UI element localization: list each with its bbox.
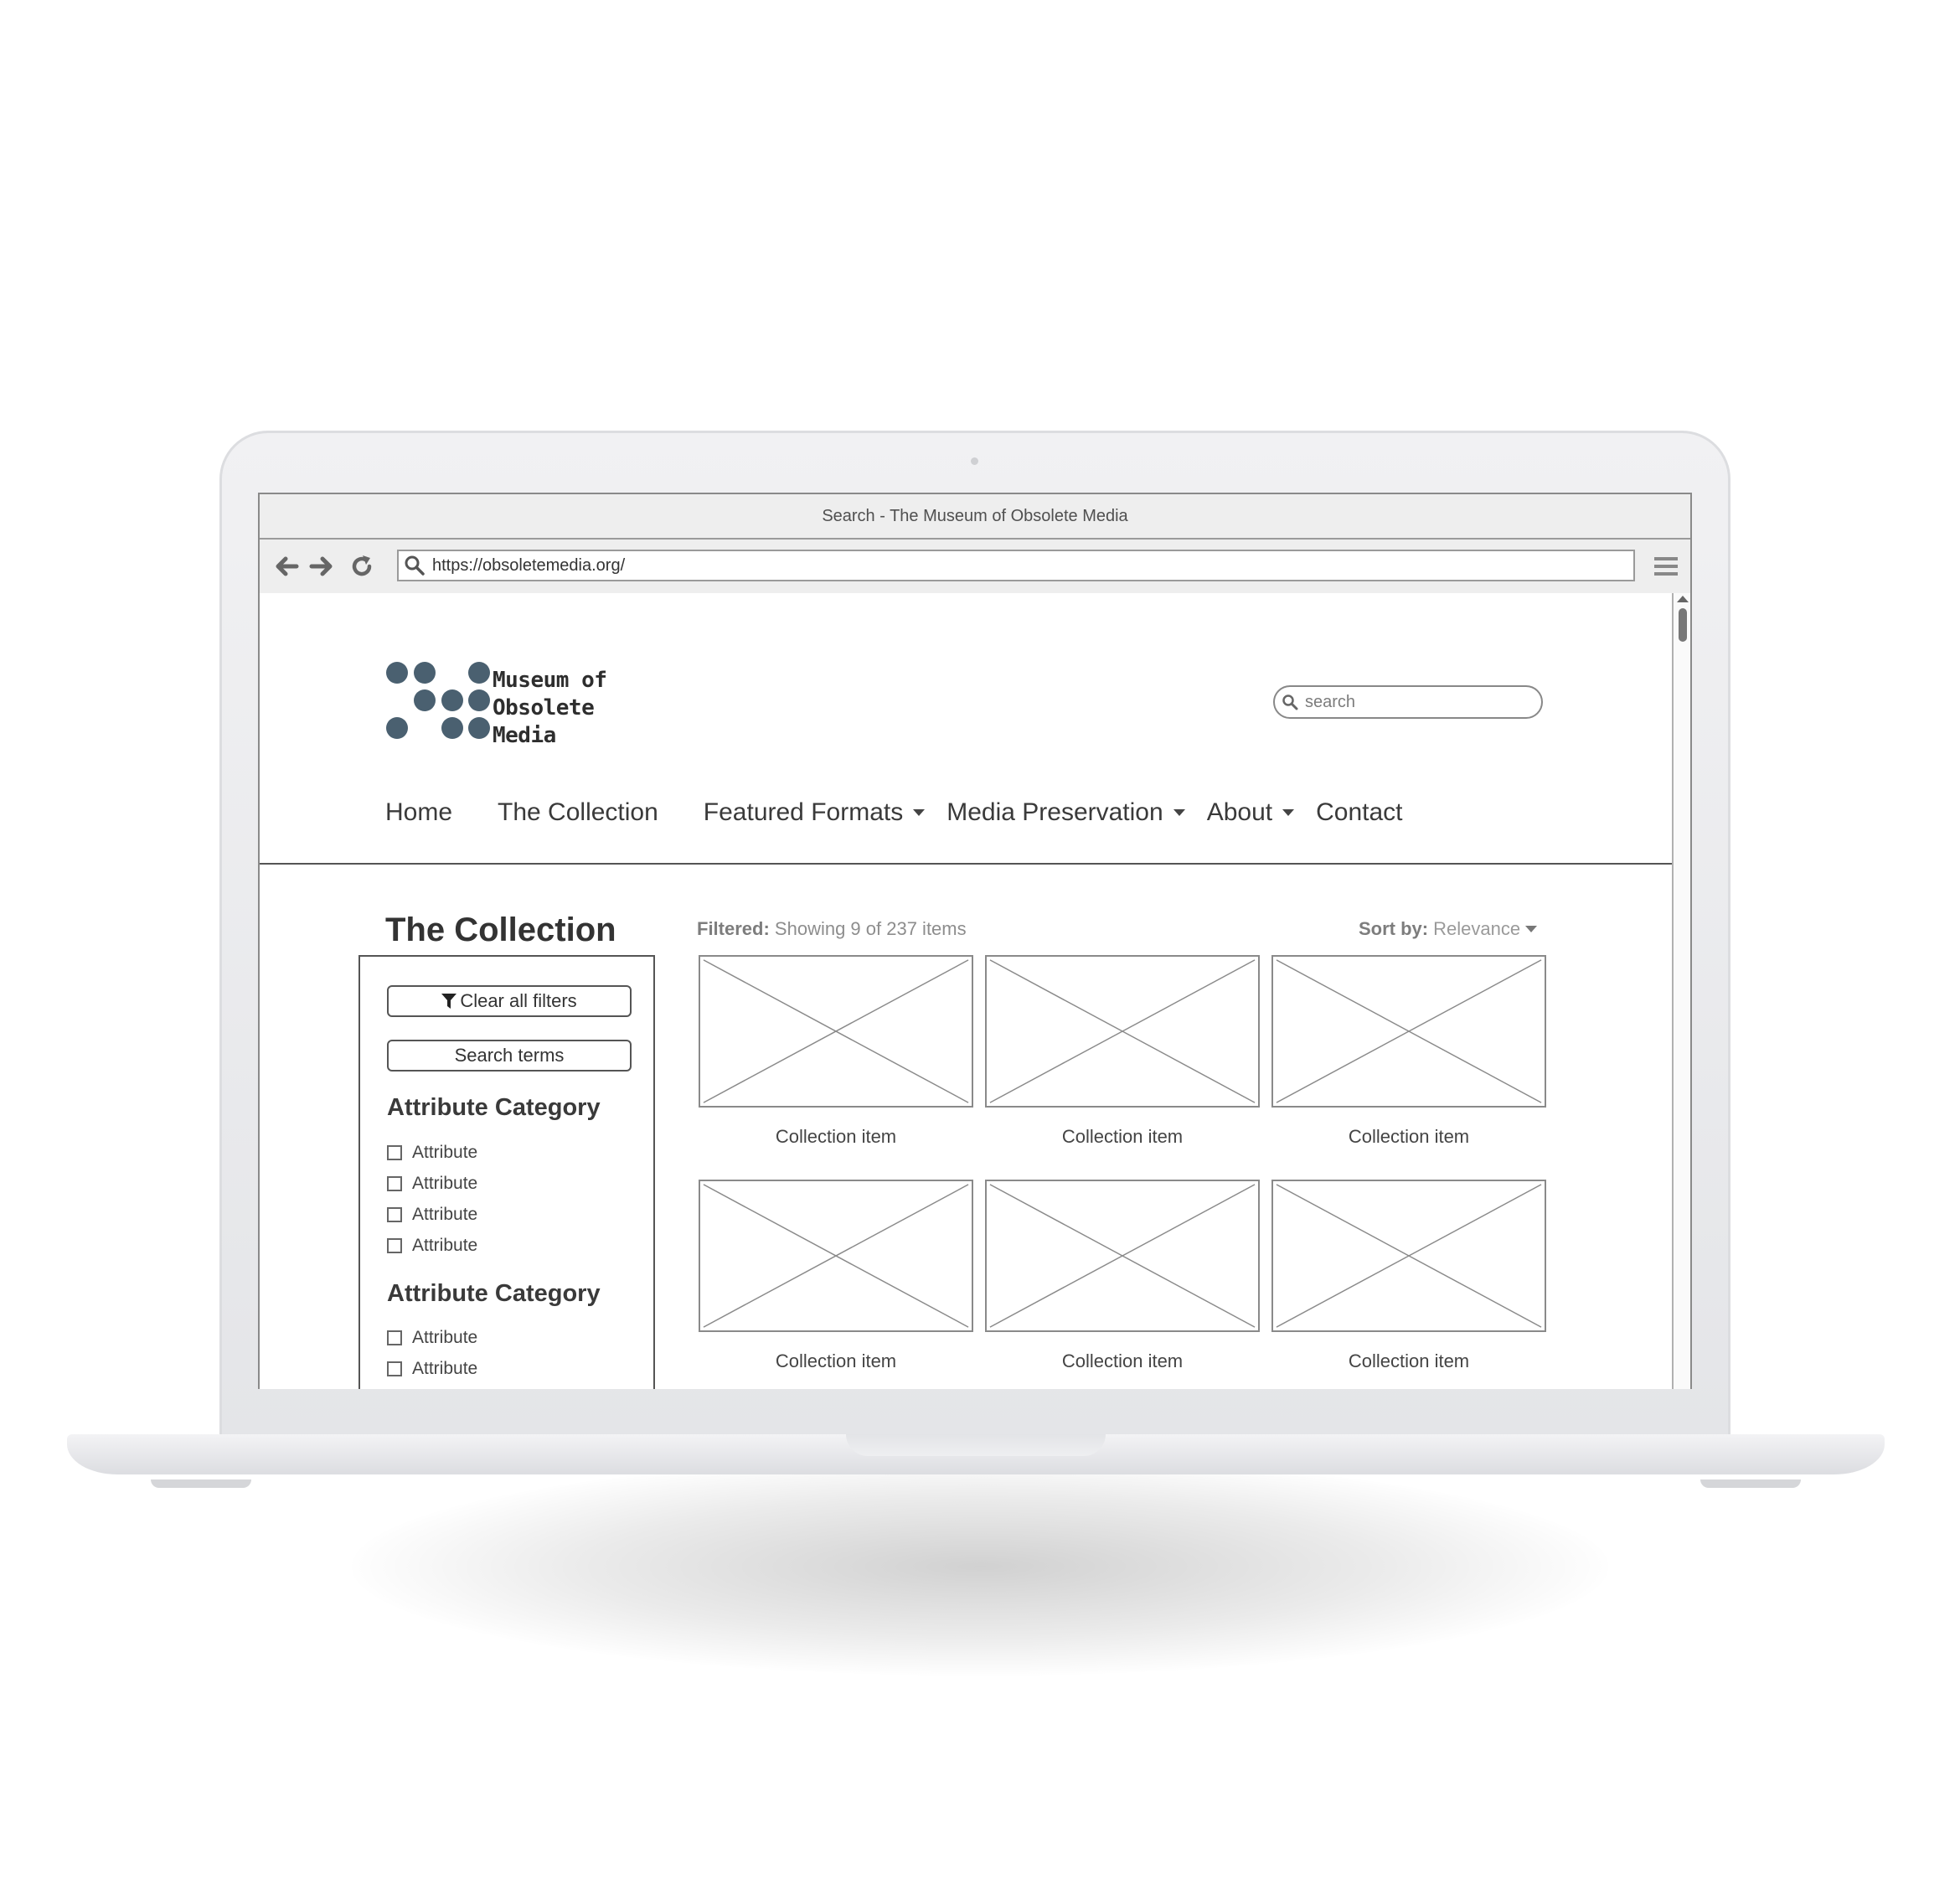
results-status: Filtered: Showing 9 of 237 items bbox=[697, 918, 967, 940]
attribute-filter[interactable]: Attribute bbox=[387, 1359, 477, 1379]
image-placeholder-icon bbox=[985, 955, 1260, 1108]
sort-dropdown[interactable]: Sort by: Relevance bbox=[1359, 918, 1538, 940]
camera-dot bbox=[971, 457, 978, 465]
clear-filters-button[interactable]: Clear all filters bbox=[387, 985, 632, 1017]
caret-down-icon bbox=[1282, 809, 1295, 816]
collection-item-caption: Collection item bbox=[1348, 1126, 1470, 1147]
attribute-filter[interactable]: Attribute bbox=[387, 1205, 477, 1225]
attribute-category-title: Attribute Category bbox=[387, 1094, 601, 1121]
window-title: Search - The Museum of Obsolete Media bbox=[822, 506, 1128, 525]
site-search[interactable] bbox=[1273, 685, 1543, 719]
reload-icon[interactable] bbox=[347, 551, 377, 581]
funnel-icon bbox=[441, 994, 457, 1009]
hamburger-menu-icon[interactable] bbox=[1653, 555, 1679, 578]
laptop-shadow bbox=[352, 1458, 1608, 1676]
collection-card[interactable]: Collection item bbox=[985, 955, 1260, 1148]
sort-value: Relevance bbox=[1433, 918, 1521, 939]
filter-text: Showing 9 of 237 items bbox=[774, 918, 967, 939]
checkbox[interactable] bbox=[387, 1238, 402, 1253]
sort-label: Sort by: bbox=[1359, 918, 1429, 939]
search-icon bbox=[1282, 695, 1298, 710]
checkbox[interactable] bbox=[387, 1207, 402, 1222]
nav-divider bbox=[260, 863, 1672, 865]
logo-line: Media bbox=[493, 723, 556, 748]
attribute-label: Attribute bbox=[412, 1359, 478, 1378]
nav-about[interactable]: About bbox=[1206, 798, 1295, 827]
collection-item-caption: Collection item bbox=[1061, 1126, 1184, 1147]
nav-media-preservation[interactable]: Media Preservation bbox=[946, 798, 1185, 827]
collection-card[interactable]: Collection item bbox=[699, 1180, 973, 1372]
collection-card[interactable]: Collection item bbox=[1271, 1180, 1546, 1372]
image-placeholder-icon bbox=[985, 1180, 1260, 1332]
logo-line: Obsolete bbox=[493, 695, 595, 720]
page-scrollbar[interactable] bbox=[1672, 593, 1690, 1389]
address-url: https://obsoletemedia.org/ bbox=[432, 555, 626, 575]
search-icon bbox=[405, 555, 425, 576]
checkbox[interactable] bbox=[387, 1176, 402, 1191]
caret-down-icon bbox=[1173, 809, 1185, 816]
search-terms-button[interactable]: Search terms bbox=[387, 1040, 632, 1072]
nav-featured-formats[interactable]: Featured Formats bbox=[703, 798, 926, 827]
checkbox[interactable] bbox=[387, 1145, 402, 1160]
page-title: The Collection bbox=[385, 911, 616, 948]
nav-label: Media Preservation bbox=[946, 798, 1163, 826]
image-placeholder-icon bbox=[1271, 955, 1546, 1108]
attribute-label: Attribute bbox=[412, 1328, 478, 1347]
logo-line: Museum of bbox=[493, 668, 607, 693]
collection-card[interactable]: Collection item bbox=[699, 955, 973, 1148]
nav-the-collection[interactable]: The Collection bbox=[498, 798, 658, 827]
caret-down-icon bbox=[1525, 925, 1538, 932]
window-titlebar: Search - The Museum of Obsolete Media bbox=[260, 494, 1690, 540]
laptop-foot bbox=[151, 1479, 251, 1488]
site-search-input[interactable] bbox=[1303, 691, 1524, 713]
nav-label: Featured Formats bbox=[703, 798, 904, 826]
collection-card[interactable]: Collection item bbox=[985, 1180, 1260, 1372]
image-placeholder-icon bbox=[1271, 1180, 1546, 1332]
collection-item-caption: Collection item bbox=[775, 1126, 897, 1147]
attribute-label: Attribute bbox=[412, 1205, 478, 1224]
attribute-label: Attribute bbox=[412, 1236, 478, 1255]
checkbox[interactable] bbox=[387, 1330, 402, 1345]
browser-toolbar: https://obsoletemedia.org/ bbox=[260, 540, 1690, 595]
filter-label: Filtered: bbox=[697, 918, 770, 939]
laptop-foot bbox=[1700, 1479, 1801, 1488]
address-bar[interactable]: https://obsoletemedia.org/ bbox=[397, 550, 1635, 581]
attribute-filter[interactable]: Attribute bbox=[387, 1328, 477, 1348]
clear-filters-label: Clear all filters bbox=[460, 990, 577, 1011]
attribute-label: Attribute bbox=[412, 1143, 478, 1162]
image-placeholder-icon bbox=[699, 1180, 973, 1332]
caret-down-icon bbox=[913, 809, 926, 816]
attribute-label: Attribute bbox=[412, 1174, 478, 1193]
main-nav: Home The Collection Featured Formats Med… bbox=[385, 798, 1447, 827]
web-page: Museum of Obsolete Media Home The Collec… bbox=[260, 593, 1672, 1389]
arrow-right-icon[interactable] bbox=[307, 551, 337, 581]
image-placeholder-icon bbox=[699, 955, 973, 1108]
checkbox[interactable] bbox=[387, 1361, 402, 1376]
collection-card[interactable]: Collection item bbox=[1271, 955, 1546, 1148]
collection-item-caption: Collection item bbox=[775, 1350, 897, 1371]
attribute-filter[interactable]: Attribute bbox=[387, 1174, 477, 1194]
attribute-category-title: Attribute Category bbox=[387, 1280, 601, 1307]
nav-home[interactable]: Home bbox=[385, 798, 452, 827]
logo-wordmark: Museum of Obsolete Media bbox=[493, 667, 607, 750]
nav-label: Home bbox=[385, 798, 453, 826]
arrow-left-icon[interactable] bbox=[271, 551, 302, 581]
browser-window: Search - The Museum of Obsolete Media ht… bbox=[258, 493, 1692, 1389]
laptop-notch bbox=[846, 1434, 1106, 1456]
collection-item-caption: Collection item bbox=[1348, 1350, 1470, 1371]
nav-label: About bbox=[1206, 798, 1273, 826]
scroll-thumb[interactable] bbox=[1679, 608, 1687, 642]
nav-label: Contact bbox=[1316, 798, 1403, 826]
collection-item-caption: Collection item bbox=[1061, 1350, 1184, 1371]
search-terms-label: Search terms bbox=[454, 1045, 565, 1066]
scroll-up-icon[interactable] bbox=[1677, 595, 1689, 603]
nav-label: The Collection bbox=[498, 798, 658, 826]
nav-contact[interactable]: Contact bbox=[1316, 798, 1402, 827]
attribute-filter[interactable]: Attribute bbox=[387, 1236, 477, 1256]
filter-panel: Clear all filters Search terms Attribute… bbox=[358, 955, 655, 1389]
attribute-filter[interactable]: Attribute bbox=[387, 1143, 477, 1163]
